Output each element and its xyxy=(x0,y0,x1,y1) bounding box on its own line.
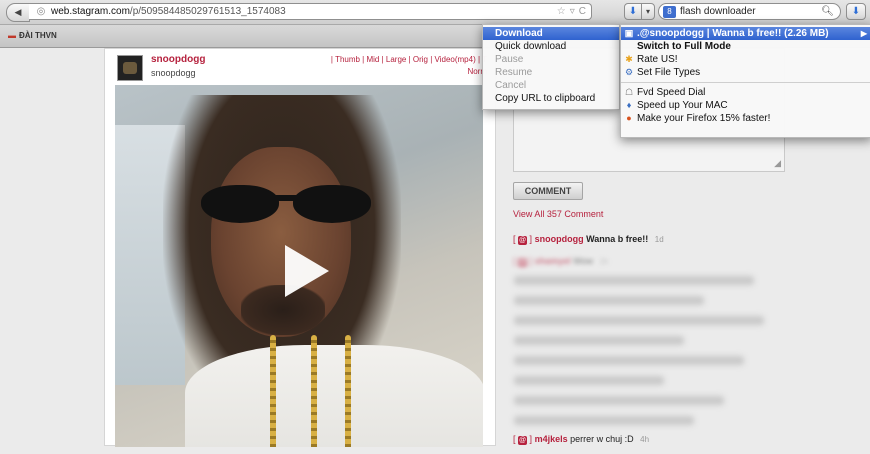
menu-item-video-label: .@snoopdogg | Wanna b free!! (2.26 MB) xyxy=(637,28,829,39)
submenu-arrow-icon: ▶ xyxy=(860,29,867,38)
star-icon: ✱ xyxy=(625,54,633,64)
bookmark-favicon-icon: ▬ xyxy=(8,31,16,40)
menu-item-file-types[interactable]: ⚙ Set File Types xyxy=(621,66,870,79)
menu-item-speed-dial[interactable]: ☖ Fvd Speed Dial xyxy=(621,86,870,99)
menu-item-file-types-label: Set File Types xyxy=(637,67,701,78)
download-arrow-icon: ⬇ xyxy=(628,6,638,17)
comment-time: 4h xyxy=(640,435,650,444)
comment-time: 1d xyxy=(654,235,664,244)
video-file-icon: ▣ xyxy=(624,28,634,38)
search-icon[interactable]: 🔍︎ xyxy=(821,6,840,17)
menu-item-rate-label: Rate US! xyxy=(637,54,678,65)
menu-separator xyxy=(621,82,870,83)
menu-item-pause: Pause xyxy=(495,54,524,65)
gear-icon: ⚙ xyxy=(624,67,634,77)
comment-time: 1h xyxy=(599,257,609,266)
sunglasses xyxy=(201,185,371,225)
bookmark-item[interactable]: ▬ ĐÀI THVN xyxy=(8,31,57,40)
size-links[interactable]: | Thumb | Mid | Large | Orig | Video(mp4… xyxy=(331,55,487,64)
url-path: /p/509584485029761513_1574083 xyxy=(129,6,286,17)
search-engine-icon[interactable]: 8 xyxy=(663,5,676,18)
resize-grip-icon[interactable]: ◢ xyxy=(774,158,781,169)
back-arrow-icon: ◀ xyxy=(14,7,22,17)
menu-item-rate[interactable]: ✱ Rate US! xyxy=(621,53,870,66)
browser-toolbar: ◀ ◎ web.stagram.com /p/50958448502976151… xyxy=(0,0,870,25)
comment-row: [ @ ] snoopdogg Wanna b free!! 1d xyxy=(513,234,664,245)
chevron-down-icon: ▾ xyxy=(645,7,650,16)
menu-item-speed-dial-label: Fvd Speed Dial xyxy=(637,87,706,98)
url-bar[interactable]: ◎ web.stagram.com /p/509584485029761513_… xyxy=(29,3,592,20)
menu-item-quick-download[interactable]: Quick download xyxy=(483,40,619,53)
post-card: snoopdogg snoopdogg | Thumb | Mid | Larg… xyxy=(104,48,496,447)
download-arrow-icon: ⬇ xyxy=(851,6,861,17)
view-all-comments-link[interactable]: View All 357 Comment xyxy=(513,209,603,219)
search-input[interactable]: 8 flash downloader 🔍︎ xyxy=(658,3,841,20)
downloads-button[interactable]: ⬇ xyxy=(846,3,866,20)
bookmark-label: ĐÀI THVN xyxy=(19,31,57,40)
menu-item-cancel: Cancel xyxy=(495,80,527,91)
speed-dial-icon: ☖ xyxy=(624,87,634,97)
globe-icon: ◎ xyxy=(36,5,46,17)
menu-item-firefox[interactable]: ● Make your Firefox 15% faster! xyxy=(621,112,870,125)
video-player[interactable] xyxy=(115,85,483,447)
comment-user[interactable]: m4jkels xyxy=(535,434,568,444)
url-host: web.stagram.com xyxy=(51,6,130,17)
comment-text: perrer w chuj :D xyxy=(570,434,634,444)
dropdown-arrow-icon[interactable]: ▿ xyxy=(570,6,575,17)
menu-item-resume: Resume xyxy=(495,67,533,78)
comment-text: Wow xyxy=(573,256,593,266)
comment-user[interactable]: shamyel xyxy=(535,256,571,266)
rocket-icon: ♦ xyxy=(626,100,632,110)
download-context-menu: Download Quick download Pause Resume Can… xyxy=(482,24,620,110)
at-icon: @ xyxy=(518,436,528,445)
menu-item-speed-mac-label: Speed up Your MAC xyxy=(637,100,728,111)
reload-icon[interactable]: C xyxy=(579,6,586,17)
menu-item-copy-url[interactable]: Copy URL to clipboard xyxy=(483,92,619,105)
at-icon: @ xyxy=(518,236,528,245)
comment-row: [ @ ] shamyel Wow 1h xyxy=(513,256,609,267)
menu-item-firefox-label: Make your Firefox 15% faster! xyxy=(637,113,771,124)
menu-item-download[interactable]: Download xyxy=(483,27,619,40)
comment-text: Wanna b free!! xyxy=(586,234,649,244)
avatar[interactable] xyxy=(117,55,143,81)
comment-user[interactable]: snoopdogg xyxy=(535,234,584,244)
comment-button[interactable]: COMMENT xyxy=(513,182,583,200)
menu-item-speed-mac[interactable]: ♦ Speed up Your MAC xyxy=(621,99,870,112)
play-icon[interactable] xyxy=(285,245,329,297)
bookmark-star-icon[interactable]: ☆ xyxy=(557,6,566,17)
menu-item-video[interactable]: ▣ .@snoopdogg | Wanna b free!! (2.26 MB)… xyxy=(621,27,870,40)
at-icon: @ xyxy=(518,258,528,267)
menu-item-full-mode[interactable]: Switch to Full Mode xyxy=(621,40,870,53)
post-username-sub: snoopdogg xyxy=(151,68,196,78)
download-menu-caret[interactable]: ▾ xyxy=(641,3,655,20)
back-button[interactable]: ◀ xyxy=(6,3,30,22)
firefox-icon: ● xyxy=(626,113,632,123)
download-submenu: ▣ .@snoopdogg | Wanna b free!! (2.26 MB)… xyxy=(620,24,870,138)
comment-row: [ @ ] m4jkels perrer w chuj :D 4h xyxy=(513,434,650,445)
post-username[interactable]: snoopdogg xyxy=(151,54,205,65)
search-text: flash downloader xyxy=(680,6,756,17)
download-button[interactable]: ⬇ xyxy=(624,3,642,20)
